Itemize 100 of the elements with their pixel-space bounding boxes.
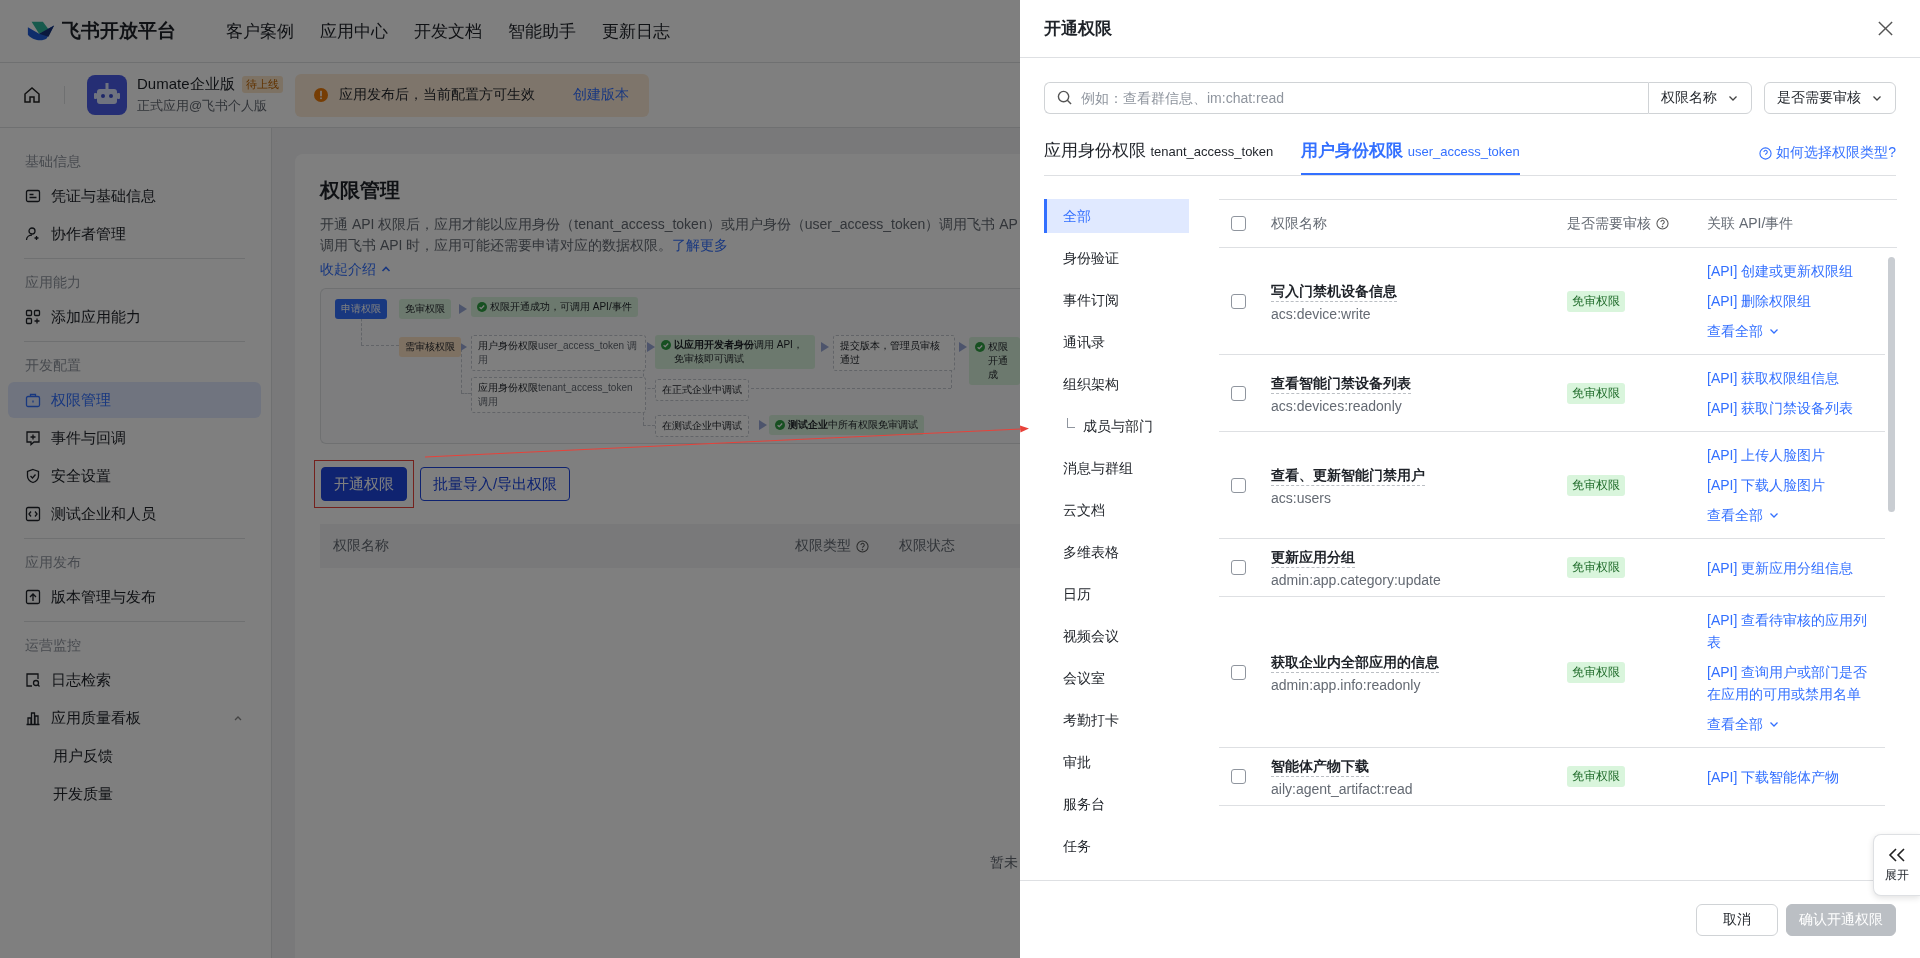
sidebar-item[interactable]: 测试企业和人员 (8, 496, 261, 532)
sidebar-item[interactable]: 权限管理 (8, 382, 261, 418)
nav-link[interactable]: 客户案例 (226, 19, 294, 43)
message-add-icon (25, 430, 41, 446)
column-header: 权限名称 (333, 537, 390, 555)
column-header: 关联 API/事件 (1707, 214, 1795, 233)
nav-link[interactable]: 更新日志 (602, 19, 670, 43)
api-link[interactable]: [API] 上传人脸图片 (1707, 440, 1877, 470)
create-version-link[interactable]: 创建版本 (572, 86, 629, 104)
help-icon (1759, 146, 1773, 160)
review-tag: 免审权限 (1567, 382, 1625, 404)
category-item[interactable]: 会议室 (1044, 661, 1189, 695)
scrollbar[interactable] (1888, 257, 1895, 512)
flow-node: 需审核权限 (399, 337, 461, 357)
drawer-title: 开通权限 (1044, 18, 1112, 40)
search-field[interactable]: 例如：查看群信息、im:chat:read (1044, 82, 1648, 114)
checkbox[interactable] (1231, 769, 1246, 784)
category-item[interactable]: 事件订阅 (1044, 283, 1189, 317)
help-icon[interactable] (856, 539, 869, 553)
sidebar-item[interactable]: 应用质量看板 (8, 700, 261, 736)
permission-scope: acs:device:write (1271, 305, 1372, 322)
sidebar-subitem[interactable]: 开发质量 (8, 776, 261, 812)
description-text: 开通 API 权限后，应用才能以应用身份（tenant_access_token）或用户身份（user_access_token）调用飞书 AP (320, 215, 1019, 234)
flow-node: 权限开通成 (969, 337, 1020, 385)
sidebar-item[interactable]: 版本管理与发布 (8, 579, 261, 615)
import-export-button[interactable]: 批量导入/导出权限 (420, 467, 571, 501)
expand-tab[interactable]: 展开 (1873, 834, 1920, 896)
tab[interactable]: 用户身份权限 user_access_token (1301, 139, 1520, 175)
learn-more-link[interactable]: 了解更多 (672, 235, 729, 256)
sidebar-item[interactable]: 事件与回调 (8, 420, 261, 456)
warning-icon (312, 87, 329, 103)
category-item[interactable]: 日历 (1044, 577, 1189, 611)
api-link[interactable]: [API] 查看待审核的应用列表 (1707, 605, 1877, 657)
column-header: 权限类型 (795, 537, 851, 555)
help-link[interactable]: 如何选择权限类型? (1759, 144, 1896, 175)
api-link[interactable]: [API] 创建或更新权限组 (1707, 256, 1877, 286)
category-item[interactable]: 多维表格 (1044, 535, 1189, 569)
logo-text[interactable]: 飞书开放平台 (62, 18, 176, 44)
view-all-link[interactable]: 查看全部 (1707, 316, 1877, 346)
category-item[interactable]: 全部 (1044, 199, 1189, 233)
checkbox[interactable] (1231, 385, 1246, 401)
subcategory-item[interactable]: 成员与部门 (1044, 409, 1189, 443)
filter-dropdown[interactable]: 是否需要审核 (1764, 82, 1896, 114)
tab[interactable]: 应用身份权限 tenant_access_token (1044, 139, 1274, 175)
nav-link[interactable]: 应用中心 (320, 19, 388, 43)
category-item[interactable]: 视频会议 (1044, 619, 1189, 653)
category-item[interactable]: 消息与群组 (1044, 451, 1189, 485)
checkbox[interactable] (1231, 293, 1246, 309)
category-item[interactable]: 通讯录 (1044, 325, 1189, 359)
api-link[interactable]: [API] 获取权限组信息 (1707, 363, 1877, 393)
grant-permission-button[interactable]: 开通权限 (321, 467, 407, 501)
close-icon[interactable] (1877, 20, 1894, 37)
category-item[interactable]: 考勤打卡 (1044, 703, 1189, 737)
sidebar-subitem[interactable]: 用户反馈 (8, 738, 261, 774)
flow-node: 免审权限 (399, 299, 451, 319)
category-item[interactable]: 组织架构 (1044, 367, 1189, 401)
permission-name: 查看智能门禁设备列表 (1271, 372, 1411, 394)
sidebar-item[interactable]: 协作者管理 (8, 216, 261, 252)
nav-link[interactable]: 开发文档 (414, 19, 482, 43)
sidebar-item[interactable]: 日志检索 (8, 662, 261, 698)
category-item[interactable]: 服务台 (1044, 787, 1189, 821)
checkbox[interactable] (1231, 560, 1246, 575)
add-person-icon (25, 226, 41, 242)
api-link[interactable]: [API] 获取门禁设备列表 (1707, 393, 1877, 423)
api-link[interactable]: [API] 下载人脸图片 (1707, 470, 1877, 500)
flow-node: 在测试企业中调试 (655, 415, 749, 437)
review-tag: 免审权限 (1567, 290, 1625, 312)
category-item[interactable]: 云文档 (1044, 493, 1189, 527)
category-item[interactable]: 身份验证 (1044, 241, 1189, 275)
view-all-link[interactable]: 查看全部 (1707, 500, 1877, 530)
check-circle-icon (975, 342, 985, 352)
arrow-icon (821, 342, 829, 352)
filter-dropdown[interactable]: 权限名称 (1648, 82, 1752, 114)
api-link[interactable]: [API] 更新应用分组信息 (1707, 552, 1877, 583)
checkbox[interactable] (1231, 216, 1246, 231)
category-item[interactable]: 审批 (1044, 745, 1189, 779)
cancel-button[interactable]: 取消 (1696, 903, 1778, 936)
column-header: 是否需要审核 (1567, 214, 1651, 233)
help-icon[interactable] (1656, 217, 1669, 230)
document-search-icon (25, 672, 41, 688)
flow-node: 用户身份权限user_access_token 调用 (471, 335, 646, 371)
arrow-icon (459, 304, 467, 314)
notice-text: 应用发布后，当前配置方可生效 (338, 86, 535, 104)
nav-link[interactable]: 智能助手 (508, 19, 576, 43)
api-link[interactable]: [API] 删除权限组 (1707, 286, 1877, 316)
checkbox[interactable] (1231, 477, 1246, 493)
collapse-link[interactable]: 收起介绍 (320, 258, 392, 280)
sidebar-item[interactable]: 安全设置 (8, 458, 261, 494)
sidebar-item[interactable]: 添加应用能力 (8, 299, 261, 335)
category-item[interactable]: 任务 (1044, 829, 1189, 863)
view-all-link[interactable]: 查看全部 (1707, 709, 1877, 739)
home-icon[interactable] (22, 85, 42, 105)
logo-icon (26, 19, 56, 43)
review-tag: 免审权限 (1567, 474, 1625, 496)
api-link[interactable]: [API] 查询用户或部门是否在应用的可用或禁用名单 (1707, 657, 1877, 709)
api-link[interactable]: [API] 下载智能体产物 (1707, 761, 1877, 792)
flow-node: 应用身份权限tenant_access_token 调用 (471, 377, 646, 413)
permission-scope: aily:agent_artifact:read (1271, 781, 1414, 797)
sidebar-item[interactable]: 凭证与基础信息 (8, 178, 261, 214)
checkbox[interactable] (1231, 664, 1246, 680)
